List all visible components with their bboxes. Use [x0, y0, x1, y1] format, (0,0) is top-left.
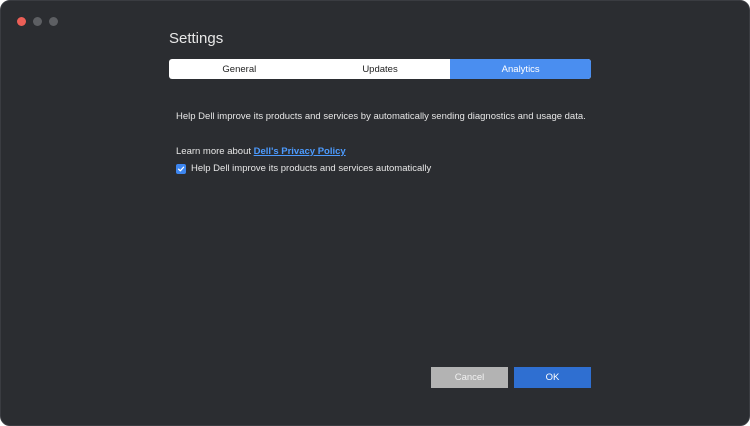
close-window-button[interactable] — [17, 17, 26, 26]
privacy-policy-link[interactable]: Dell's Privacy Policy — [254, 146, 346, 157]
window-controls — [17, 17, 58, 26]
settings-tabs: General Updates Analytics — [169, 59, 591, 79]
page-title: Settings — [169, 30, 224, 47]
analytics-consent-row[interactable]: Help Dell improve its products and servi… — [176, 163, 431, 174]
tab-updates[interactable]: Updates — [310, 59, 451, 79]
ok-button[interactable]: OK — [514, 367, 591, 388]
settings-window: Settings General Updates Analytics Help … — [0, 0, 750, 426]
zoom-window-button[interactable] — [49, 17, 58, 26]
tab-analytics[interactable]: Analytics — [450, 59, 591, 79]
analytics-description: Help Dell improve its products and servi… — [176, 111, 586, 122]
checkmark-icon — [177, 166, 185, 171]
learn-more-text: Learn more about Dell's Privacy Policy — [176, 146, 346, 157]
analytics-consent-label: Help Dell improve its products and servi… — [191, 163, 432, 174]
minimize-window-button[interactable] — [33, 17, 42, 26]
learn-more-prefix: Learn more about — [176, 146, 254, 157]
tab-general[interactable]: General — [169, 59, 310, 79]
analytics-consent-checkbox[interactable] — [176, 163, 186, 174]
cancel-button[interactable]: Cancel — [431, 367, 508, 388]
